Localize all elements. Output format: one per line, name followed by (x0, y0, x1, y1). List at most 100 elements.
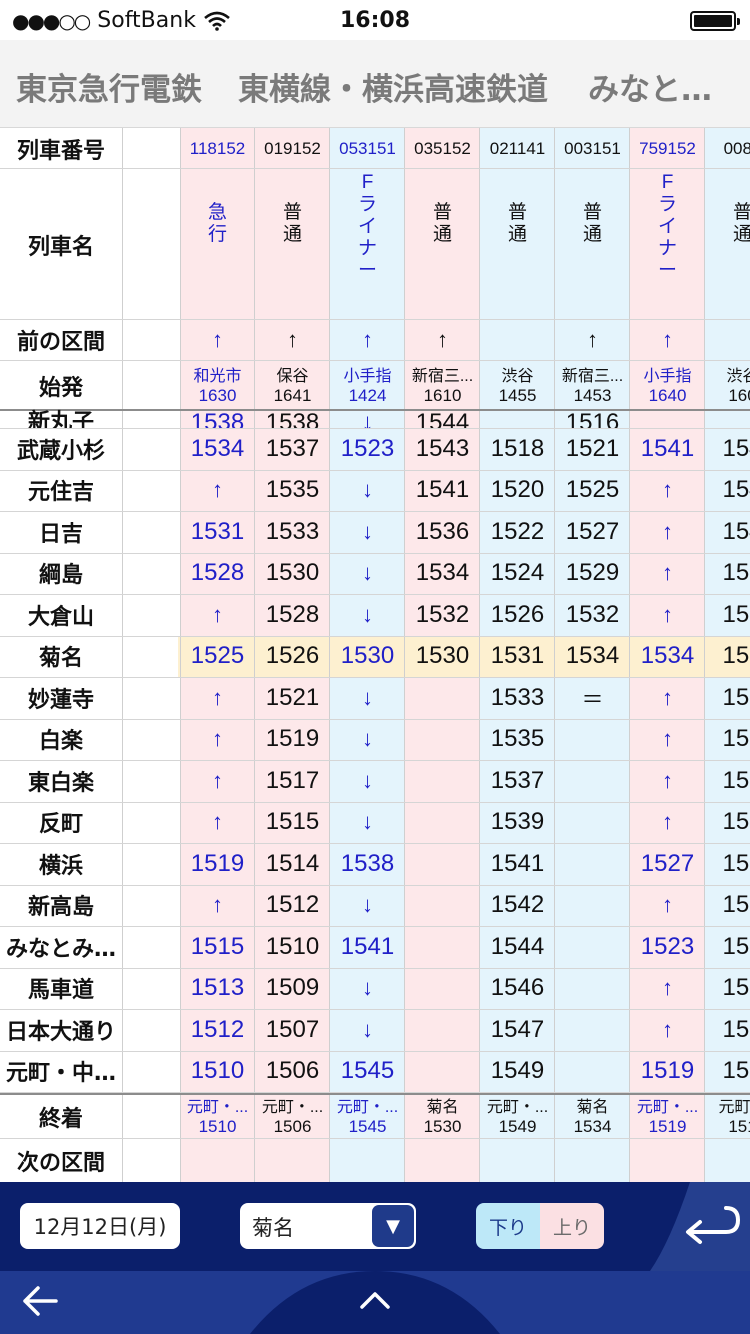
time-cell[interactable]: 1527 (555, 511, 630, 553)
timetable-grid[interactable]: 列車番号 列車名 前の区間 始発 終着 次の区間 118152 急行 ↑ 和光市 1630 1538 1… (0, 128, 750, 1182)
route-tab[interactable]: 東横線・横浜高速鉄道 (238, 64, 548, 109)
train-name[interactable]: 急行 (180, 170, 255, 320)
time-cell[interactable]: ↑ (630, 470, 705, 512)
time-cell[interactable]: ↓ (330, 511, 405, 553)
time-cell[interactable]: 1521 (555, 428, 630, 470)
time-cell[interactable]: ↑ (180, 802, 255, 844)
time-cell[interactable]: ↑ (630, 760, 705, 802)
time-cell[interactable] (405, 1051, 480, 1093)
time-cell[interactable]: 153 (705, 553, 750, 595)
time-cell[interactable]: ↑ (630, 885, 705, 927)
time-cell[interactable]: 1542 (480, 885, 555, 927)
origin-cell[interactable]: 渋谷 1455 (480, 361, 555, 411)
time-cell[interactable]: 1538 (330, 843, 405, 885)
station-select[interactable]: 菊名 ▼ (240, 1203, 416, 1249)
time-cell[interactable]: 1524 (480, 553, 555, 595)
time-cell[interactable]: 1525 (180, 636, 255, 678)
time-cell[interactable]: ↓ (330, 470, 405, 512)
time-cell[interactable]: 151 (705, 968, 750, 1010)
time-cell[interactable]: 1510 (255, 926, 330, 968)
time-cell[interactable]: 1528 (180, 553, 255, 595)
date-button[interactable]: 12月12日(月) (20, 1203, 180, 1249)
time-cell[interactable]: ↓ (330, 594, 405, 636)
time-cell[interactable]: 1534 (180, 428, 255, 470)
time-cell[interactable]: 1521 (255, 677, 330, 719)
time-cell[interactable]: 1532 (555, 594, 630, 636)
time-cell[interactable]: ↑ (180, 677, 255, 719)
station-label[interactable]: 新高島 (0, 885, 122, 927)
time-cell[interactable] (555, 760, 630, 802)
time-cell[interactable]: 1507 (255, 1009, 330, 1051)
time-cell[interactable] (555, 968, 630, 1010)
time-cell[interactable] (405, 760, 480, 802)
station-label[interactable]: 東白楽 (0, 760, 122, 802)
train-name[interactable]: 普通 (405, 170, 480, 320)
time-cell[interactable]: 151 (705, 1009, 750, 1051)
direction-toggle[interactable]: 下り 上り (476, 1203, 604, 1249)
station-label[interactable]: みなとみ… (0, 926, 122, 968)
train-name[interactable]: 普通 (555, 170, 630, 320)
origin-cell[interactable]: 和光市 1630 (180, 361, 255, 411)
train-name[interactable]: Fライナー (630, 170, 705, 320)
time-cell[interactable]: ↑ (630, 594, 705, 636)
time-cell[interactable]: ↑ (630, 802, 705, 844)
train-number[interactable]: 0081 (705, 128, 750, 170)
time-cell[interactable] (405, 885, 480, 927)
station-label[interactable]: 馬車道 (0, 968, 122, 1010)
train-number[interactable]: 035152 (405, 128, 480, 170)
time-cell[interactable]: 1528 (255, 594, 330, 636)
time-cell[interactable]: 154 (705, 511, 750, 553)
time-cell[interactable]: 1539 (480, 802, 555, 844)
time-cell[interactable]: 1520 (480, 470, 555, 512)
time-cell[interactable]: 153 (705, 677, 750, 719)
time-cell[interactable]: ↑ (630, 677, 705, 719)
origin-cell[interactable]: 小手指 1424 (330, 361, 405, 411)
origin-cell[interactable]: 小手指 1640 (630, 361, 705, 411)
origin-cell[interactable]: 新宿三... 1610 (405, 361, 480, 411)
time-cell[interactable] (555, 1009, 630, 1051)
time-cell[interactable]: 1547 (480, 1009, 555, 1051)
time-cell[interactable]: 1515 (255, 802, 330, 844)
dropdown-icon[interactable]: ▼ (372, 1205, 414, 1247)
time-cell[interactable]: ↑ (180, 594, 255, 636)
origin-cell[interactable]: 新宿三... 1453 (555, 361, 630, 411)
time-cell[interactable]: 1530 (405, 636, 480, 678)
time-cell[interactable] (555, 843, 630, 885)
time-cell[interactable]: ↑ (630, 968, 705, 1010)
back-arrow-icon[interactable] (20, 1283, 60, 1319)
station-label[interactable]: 大倉山 (0, 594, 122, 636)
time-cell[interactable]: 152 (705, 719, 750, 761)
time-cell[interactable]: 153 (705, 594, 750, 636)
time-cell[interactable]: 1534 (405, 553, 480, 595)
time-cell[interactable]: ＝ (555, 677, 630, 719)
station-label[interactable]: 武蔵小杉 (0, 428, 122, 470)
time-cell[interactable]: 1546 (480, 968, 555, 1010)
chevron-up-icon[interactable] (358, 1287, 392, 1311)
time-cell[interactable]: 1519 (255, 719, 330, 761)
origin-cell[interactable]: 保谷 1641 (255, 361, 330, 411)
station-label[interactable]: 日吉 (0, 511, 122, 553)
time-cell[interactable]: 151 (705, 1051, 750, 1093)
time-cell[interactable]: 154 (705, 428, 750, 470)
time-cell[interactable]: 1533 (255, 511, 330, 553)
train-number[interactable]: 759152 (630, 128, 705, 170)
time-cell[interactable]: ↓ (330, 1009, 405, 1051)
time-cell[interactable]: 1549 (480, 1051, 555, 1093)
station-label[interactable]: 菊名 (0, 636, 122, 678)
time-cell[interactable]: 1512 (180, 1009, 255, 1051)
time-cell[interactable]: 1544 (480, 926, 555, 968)
time-cell[interactable]: 1517 (255, 760, 330, 802)
time-cell[interactable]: 1518 (480, 428, 555, 470)
time-cell[interactable]: 1532 (405, 594, 480, 636)
time-cell[interactable]: 1509 (255, 968, 330, 1010)
time-cell[interactable] (555, 719, 630, 761)
time-cell[interactable]: ↓ (330, 968, 405, 1010)
station-label[interactable]: 反町 (0, 802, 122, 844)
time-cell[interactable]: 1533 (480, 677, 555, 719)
time-cell[interactable]: 1529 (555, 553, 630, 595)
time-cell[interactable]: 1514 (255, 843, 330, 885)
time-cell[interactable] (555, 1051, 630, 1093)
time-cell[interactable]: 152 (705, 926, 750, 968)
terminus-cell[interactable]: 菊名 1534 (555, 1094, 630, 1140)
time-cell[interactable]: 1530 (330, 636, 405, 678)
